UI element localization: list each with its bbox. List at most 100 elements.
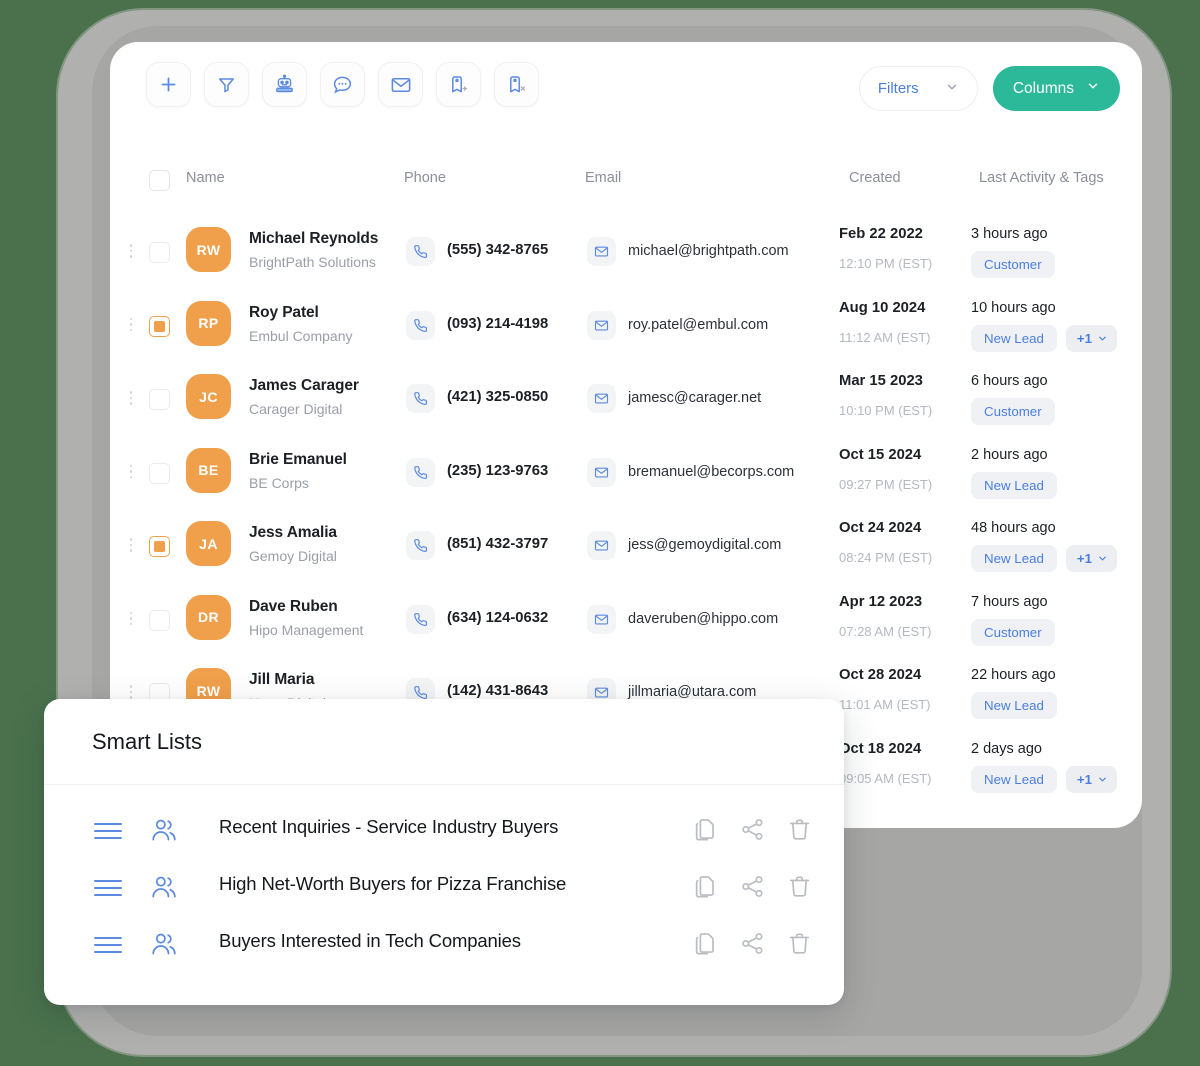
share-icon[interactable] — [740, 817, 765, 847]
phone-icon[interactable] — [406, 384, 435, 413]
created-date: Aug 10 2024 — [839, 299, 926, 316]
table-row[interactable]: JA Jess Amalia Gemoy Digital (851) 432-3797… — [110, 512, 1142, 586]
column-header-activity[interactable]: Last Activity & Tags — [979, 170, 1104, 186]
last-activity-time: 7 hours ago — [971, 593, 1048, 610]
last-activity-time: 48 hours ago — [971, 520, 1056, 536]
contact-email: michael@brightpath.com — [628, 243, 789, 259]
row-checkbox[interactable] — [149, 315, 170, 337]
table-row[interactable]: RP Roy Patel Embul Company (093) 214-4198 ro… — [110, 292, 1142, 366]
columns-button[interactable]: Columns — [992, 66, 1120, 111]
last-activity-time: 6 hours ago — [971, 373, 1048, 389]
phone-icon[interactable] — [406, 531, 435, 560]
row-drag-handle[interactable] — [129, 391, 133, 405]
tag-badge[interactable]: Customer — [971, 398, 1055, 425]
envelope-icon-button[interactable] — [378, 62, 423, 107]
columns-label: Columns — [1012, 79, 1074, 97]
tag-badge[interactable]: New Lead — [971, 545, 1057, 572]
activity-cell: 48 hours ago New Lead +1 — [971, 520, 1118, 572]
column-header-created[interactable]: Created — [849, 170, 901, 186]
contact-email: jamesc@carager.net — [628, 390, 762, 406]
tag-badge[interactable]: New Lead — [971, 471, 1057, 499]
people-icon — [150, 816, 178, 849]
activity-cell: 2 days ago New Lead +1 — [971, 741, 1118, 793]
add-icon-button[interactable] — [146, 62, 191, 107]
row-checkbox[interactable] — [149, 462, 170, 484]
table-row[interactable]: RW Michael Reynolds BrightPath Solutions (5… — [110, 218, 1142, 292]
row-drag-handle[interactable] — [129, 611, 133, 626]
envelope-icon[interactable] — [587, 604, 616, 634]
smart-list-item[interactable]: Buyers Interested in Tech Companies — [44, 916, 844, 973]
tag-badge[interactable]: Customer — [971, 251, 1055, 278]
robot-icon-button[interactable] — [262, 62, 307, 107]
created-cell: Oct 24 2024 08:24 PM (EST) — [839, 520, 932, 565]
phone-icon[interactable] — [406, 310, 435, 340]
table-row[interactable]: JC James Carager Carager Digital (421) 325-… — [110, 365, 1142, 439]
row-checkbox[interactable] — [149, 609, 170, 631]
row-checkbox[interactable] — [149, 536, 170, 557]
share-icon[interactable] — [740, 874, 765, 904]
trash-icon[interactable] — [787, 817, 812, 847]
avatar: RW — [186, 227, 231, 272]
row-drag-handle[interactable] — [129, 685, 133, 699]
envelope-icon[interactable] — [587, 531, 616, 560]
phone-icon[interactable] — [406, 457, 435, 487]
select-all-checkbox[interactable] — [149, 170, 170, 191]
drag-handle-icon[interactable] — [93, 934, 123, 961]
more-tags-button[interactable]: +1 — [1065, 324, 1118, 352]
envelope-icon[interactable] — [587, 310, 616, 340]
row-checkbox[interactable] — [149, 389, 170, 410]
share-icon[interactable] — [740, 931, 765, 961]
contact-company: BrightPath Solutions — [249, 254, 376, 270]
smart-list-item[interactable]: Recent Inquiries - Service Industry Buye… — [44, 802, 844, 859]
row-drag-handle[interactable] — [129, 317, 133, 332]
tag-badge[interactable]: New Lead — [971, 692, 1057, 719]
copy-icon[interactable] — [693, 817, 718, 847]
activity-cell: 6 hours ago Customer — [971, 373, 1055, 425]
trash-icon[interactable] — [787, 874, 812, 904]
more-tags-button[interactable]: +1 — [1065, 765, 1118, 793]
created-time: 09:27 PM (EST) — [839, 476, 933, 492]
column-header-phone[interactable]: Phone — [404, 170, 446, 186]
filter-icon-button[interactable] — [204, 62, 249, 107]
avatar: DR — [186, 594, 231, 640]
envelope-icon[interactable] — [587, 384, 616, 413]
people-icon — [150, 930, 178, 963]
more-tags-button[interactable]: +1 — [1065, 545, 1118, 572]
row-drag-handle[interactable] — [129, 464, 133, 479]
drag-handle-icon[interactable] — [93, 820, 123, 847]
copy-icon[interactable] — [693, 931, 718, 961]
table-row[interactable]: DR Dave Ruben Hipo Management (634) 124-063… — [110, 586, 1142, 660]
contact-phone: (093) 214-4198 — [447, 315, 549, 332]
trash-icon[interactable] — [787, 931, 812, 961]
tag-badge[interactable]: New Lead — [971, 324, 1057, 352]
table-row[interactable]: BE Brie Emanuel BE Corps (235) 123-9763 brem… — [110, 439, 1142, 513]
phone-icon[interactable] — [406, 604, 435, 634]
filters-button[interactable]: Filters — [858, 66, 978, 111]
row-drag-handle[interactable] — [129, 538, 133, 552]
avatar: JA — [186, 521, 231, 566]
toolbar-right-controls: Filters Columns — [858, 66, 1120, 111]
activity-cell: 7 hours ago Customer — [971, 594, 1055, 646]
created-date: Oct 15 2024 — [839, 446, 922, 463]
envelope-icon[interactable] — [587, 237, 616, 266]
copy-icon[interactable] — [693, 874, 718, 904]
row-drag-handle[interactable] — [129, 244, 133, 258]
column-header-name[interactable]: Name — [186, 170, 225, 186]
tag-badge[interactable]: New Lead — [971, 765, 1057, 793]
chat-icon-button[interactable] — [320, 62, 365, 107]
contact-company: Carager Digital — [249, 401, 343, 417]
contact-phone: (634) 124-0632 — [447, 609, 549, 626]
smart-lists-panel: Smart Lists Recent Inquiries - Service I… — [44, 699, 844, 1005]
activity-cell: 10 hours ago New Lead +1 — [971, 300, 1118, 352]
last-activity-time: 22 hours ago — [971, 667, 1056, 683]
drag-handle-icon[interactable] — [93, 877, 123, 904]
envelope-icon[interactable] — [587, 457, 616, 487]
row-checkbox[interactable] — [149, 242, 170, 263]
tag-badge[interactable]: Customer — [971, 618, 1055, 646]
tag-remove-icon-button[interactable] — [494, 62, 539, 107]
smart-list-item[interactable]: High Net-Worth Buyers for Pizza Franchis… — [44, 859, 844, 916]
tag-add-icon-button[interactable] — [436, 62, 481, 107]
column-header-email[interactable]: Email — [585, 170, 621, 186]
contact-email: bremanuel@becorps.com — [628, 463, 795, 480]
phone-icon[interactable] — [406, 237, 435, 266]
